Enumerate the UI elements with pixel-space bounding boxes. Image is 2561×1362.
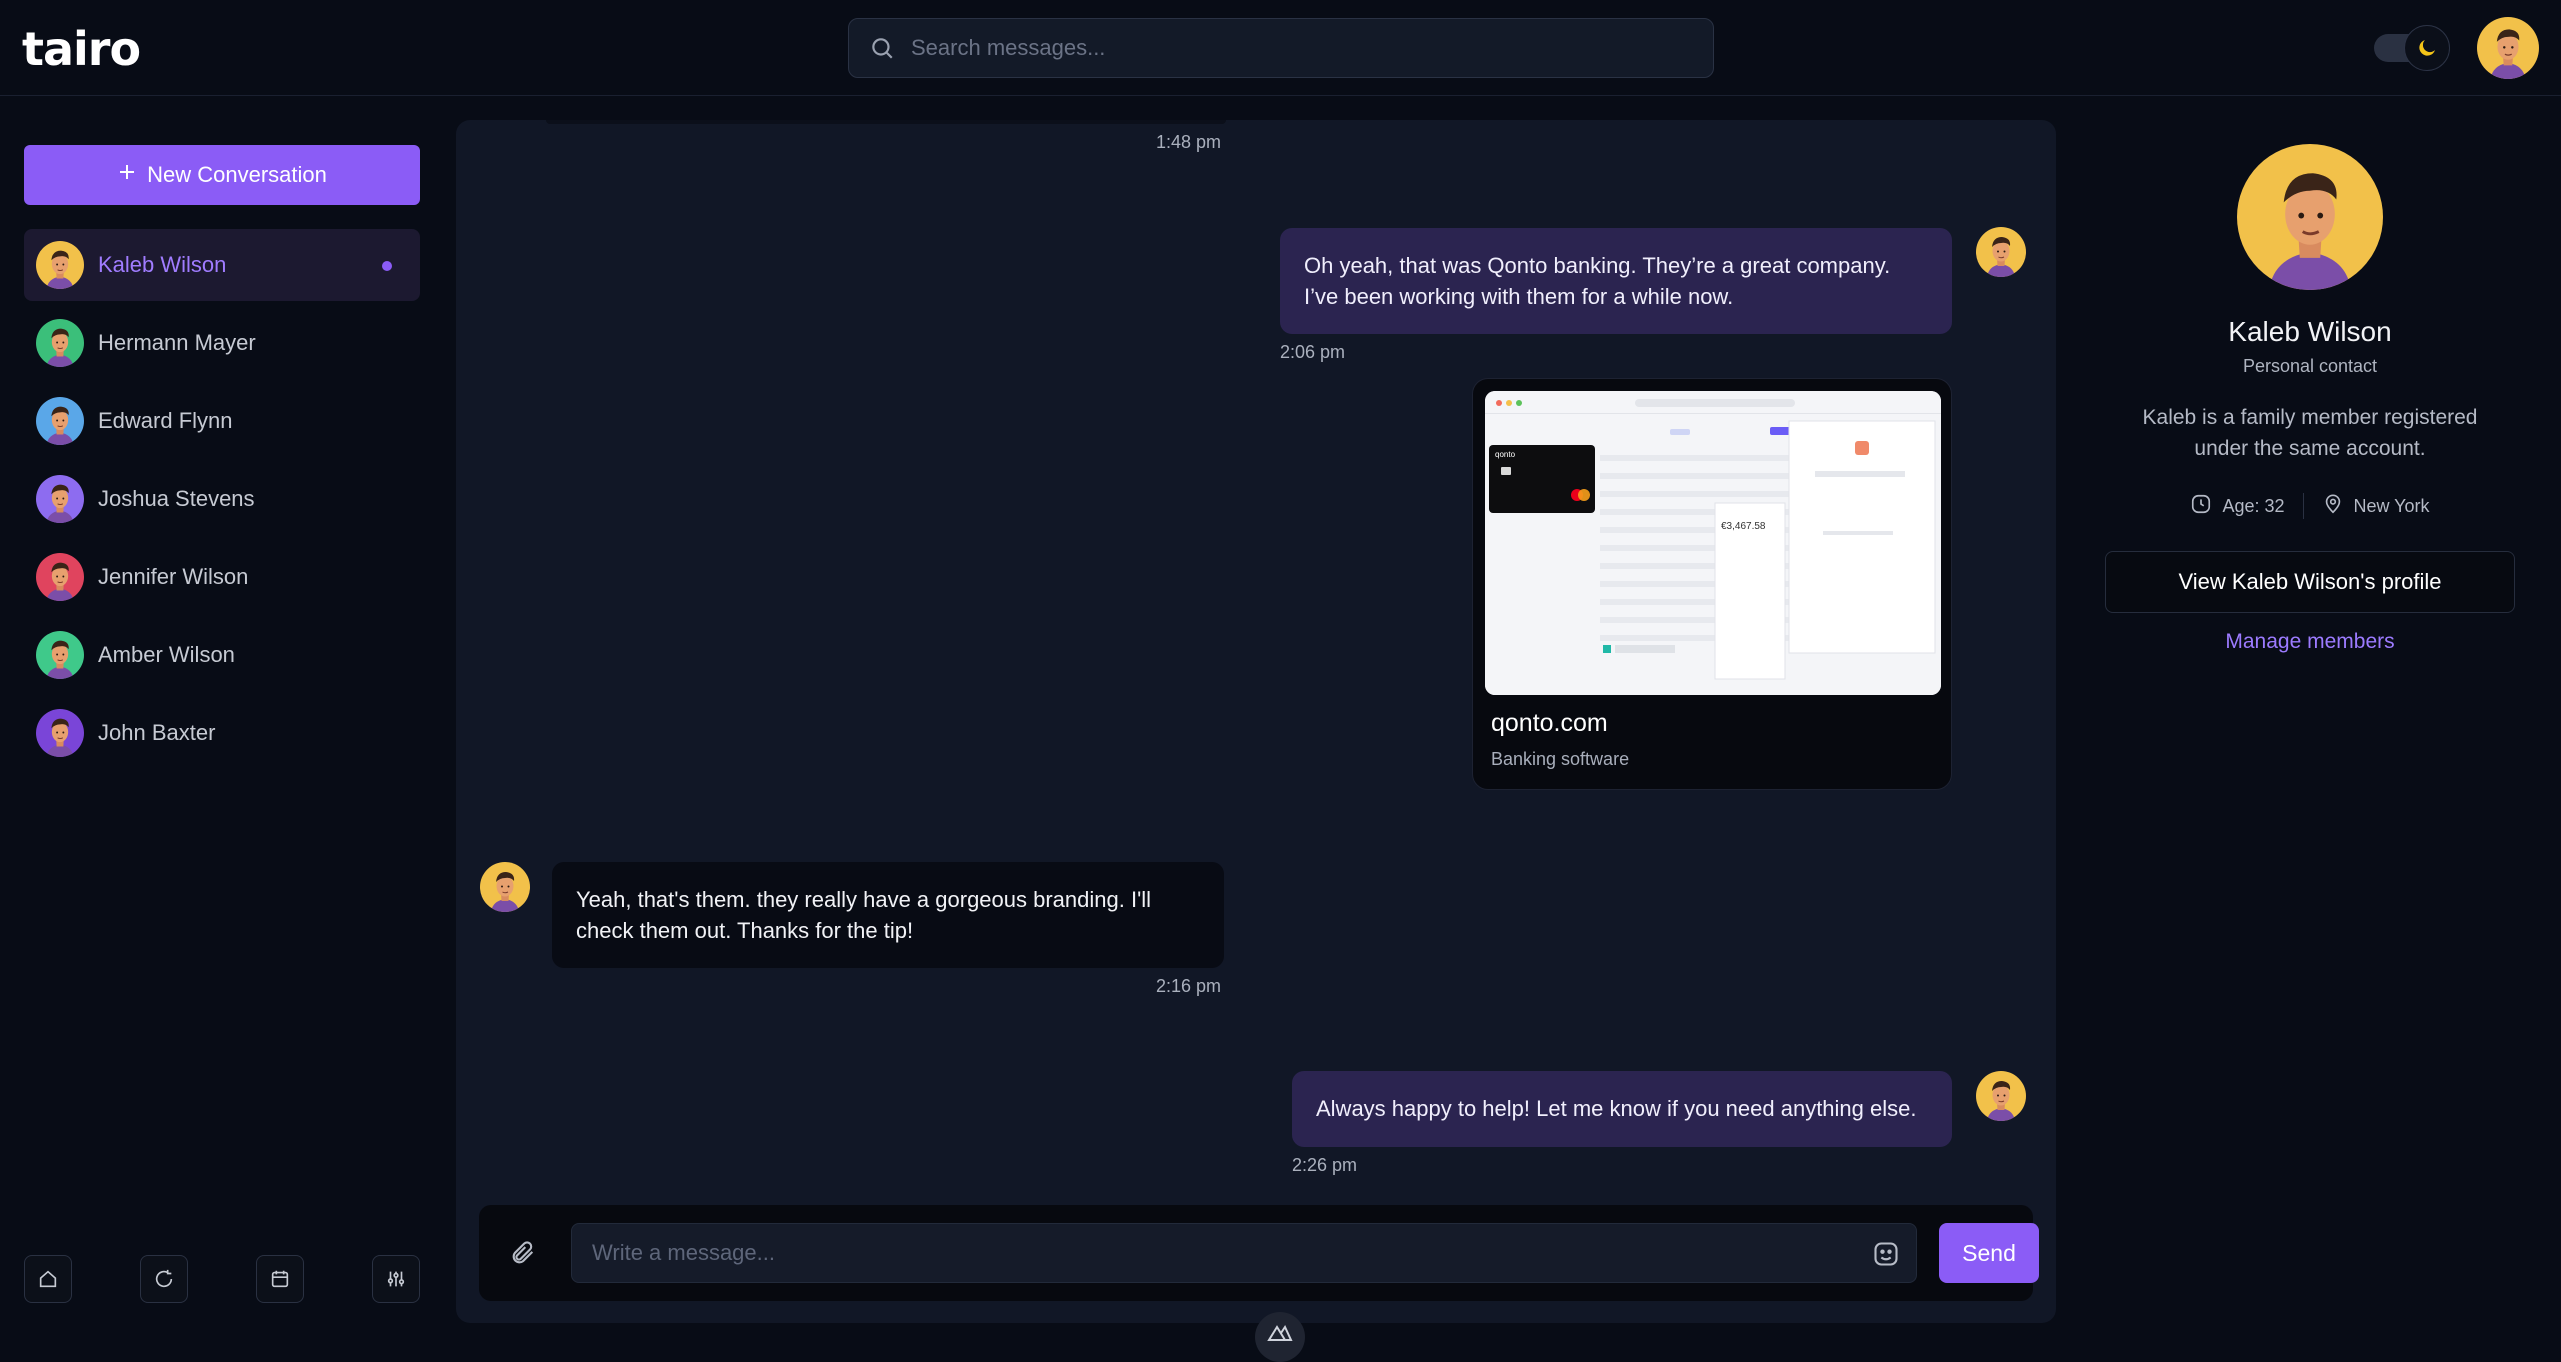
profile-type: Personal contact xyxy=(2242,356,2378,376)
moon-icon xyxy=(2404,25,2450,71)
profile-location: New York xyxy=(2353,495,2430,516)
contact-name: Hermann Mayer xyxy=(98,330,256,355)
new-conversation-label: New Conversation xyxy=(147,162,327,187)
sender-avatar xyxy=(1976,227,2026,277)
clock-icon xyxy=(2190,493,2212,520)
message-time: 2:06 pm xyxy=(1280,342,1346,362)
contact-item[interactable]: Jennifer Wilson xyxy=(24,541,420,613)
search-box[interactable] xyxy=(848,18,1714,78)
contact-avatar xyxy=(36,241,84,289)
contact-item[interactable]: Kaleb Wilson xyxy=(24,229,420,301)
contact-name: Kaleb Wilson xyxy=(98,252,227,277)
contact-name: Joshua Stevens xyxy=(98,486,255,511)
profile-bio: Kaleb is a family member registered unde… xyxy=(2142,406,2478,460)
contact-list: Kaleb Wilson Hermann Mayer Edward Flynn … xyxy=(24,229,420,775)
message-time: 1:48 pm xyxy=(1156,132,1222,152)
message-bubble-incoming: Yeah, that's them. they really have a go… xyxy=(552,862,1224,968)
theme-toggle[interactable] xyxy=(2374,25,2452,71)
top-bar: tairo xyxy=(0,0,2561,96)
message-time: 2:16 pm xyxy=(1156,976,1222,996)
contact-name: Edward Flynn xyxy=(98,408,233,433)
app-logo[interactable]: tairo xyxy=(22,22,141,76)
manage-members-link[interactable]: Manage members xyxy=(2100,630,2520,654)
contact-avatar xyxy=(36,397,84,445)
location-pin-icon xyxy=(2322,493,2344,520)
sender-avatar xyxy=(1976,1071,2026,1121)
contact-avatar xyxy=(36,709,84,757)
svg-text:qonto: qonto xyxy=(1495,450,1516,459)
contact-name: Jennifer Wilson xyxy=(98,564,249,589)
message-bubble-outgoing: Oh yeah, that was Qonto banking. They’re… xyxy=(1280,228,1952,334)
contact-item[interactable]: Hermann Mayer xyxy=(24,307,420,379)
link-preview-card[interactable]: qonto €3,467.58 qonto.com Banking softwa… xyxy=(1472,378,1952,790)
send-button[interactable]: Send xyxy=(1939,1223,2039,1283)
contact-item[interactable]: Amber Wilson xyxy=(24,619,420,691)
contact-item[interactable]: John Baxter xyxy=(24,697,420,769)
link-description: Banking software xyxy=(1491,749,1630,769)
search-input[interactable] xyxy=(909,19,1689,77)
contact-avatar xyxy=(36,475,84,523)
nuxt-devtools-icon[interactable] xyxy=(1255,1312,1305,1362)
contact-name: Amber Wilson xyxy=(98,642,235,667)
contact-avatar xyxy=(36,631,84,679)
divider xyxy=(2302,493,2304,519)
contact-name: John Baxter xyxy=(98,720,216,745)
chat-rotate-icon[interactable] xyxy=(140,1255,188,1303)
message-composer: Send xyxy=(479,1205,2039,1301)
view-profile-button[interactable]: View Kaleb Wilson's profile xyxy=(2105,551,2515,613)
paperclip-icon[interactable] xyxy=(509,1239,537,1272)
emoji-icon[interactable] xyxy=(1872,1240,1900,1273)
svg-text:€3,467.58: €3,467.58 xyxy=(1721,521,1766,532)
sliders-icon[interactable] xyxy=(372,1255,420,1303)
contact-avatar xyxy=(36,553,84,601)
profile-avatar xyxy=(2237,144,2383,290)
sender-avatar xyxy=(480,862,530,912)
user-avatar[interactable] xyxy=(2477,17,2539,79)
message-bubble-outgoing: Always happy to help! Let me know if you… xyxy=(1292,1071,1952,1147)
message-field[interactable] xyxy=(571,1223,1917,1283)
message-time: 2:26 pm xyxy=(1292,1155,1358,1175)
previous-message-edge xyxy=(546,120,1226,124)
contact-avatar xyxy=(36,319,84,367)
profile-age: Age: 32 xyxy=(2222,495,2285,516)
chat-panel: 1:48 pm Oh yeah, that was Qonto banking.… xyxy=(456,120,2056,1323)
calendar-icon[interactable] xyxy=(256,1255,304,1303)
message-input[interactable] xyxy=(590,1224,1830,1282)
sidebar-toolbar xyxy=(24,1255,420,1305)
new-conversation-button[interactable]: New Conversation xyxy=(24,145,420,205)
link-domain: qonto.com xyxy=(1491,709,1608,737)
profile-name: Kaleb Wilson xyxy=(2228,316,2392,347)
home-icon[interactable] xyxy=(24,1255,72,1303)
contact-item[interactable]: Joshua Stevens xyxy=(24,463,420,535)
link-preview-image: qonto €3,467.58 xyxy=(1485,391,1941,695)
contact-item[interactable]: Edward Flynn xyxy=(24,385,420,457)
profile-meta: Age: 32 New York xyxy=(2100,486,2520,526)
plus-icon xyxy=(117,162,137,188)
unread-indicator xyxy=(382,261,392,271)
search-icon xyxy=(869,35,895,66)
